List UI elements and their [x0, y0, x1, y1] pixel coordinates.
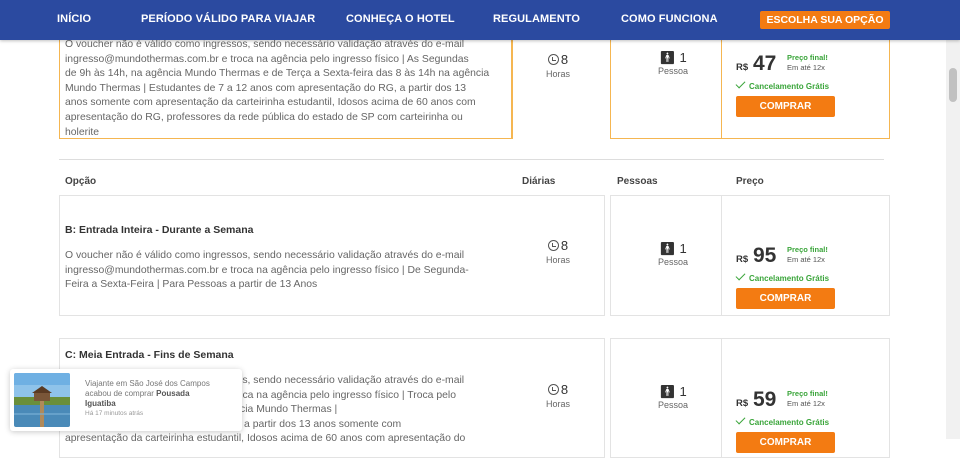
nav-como-funciona[interactable]: COMO FUNCIONA — [621, 13, 718, 25]
clock-icon — [547, 54, 559, 65]
person-icon: 🚹︎ — [659, 50, 676, 65]
buy-button[interactable]: COMPRAR — [736, 288, 835, 309]
header-price: Preço — [736, 176, 764, 187]
people-count: 🚹︎ 1 Pessoa — [657, 384, 689, 410]
clock-icon — [547, 240, 559, 251]
notification-action: acabou de comprar Pousada — [85, 389, 190, 398]
person-icon: 🚹︎ — [659, 241, 676, 256]
scrollbar-thumb[interactable] — [949, 68, 957, 102]
notification-location: Viajante em São José dos Campos — [85, 379, 210, 388]
option-title: C: Meia Entrada - Fins de Semana — [65, 349, 234, 361]
nav-conheca-hotel[interactable]: CONHEÇA O HOTEL — [346, 13, 455, 25]
clock-icon — [547, 384, 559, 395]
choose-option-button[interactable]: ESCOLHA SUA OPÇÃO — [760, 11, 890, 29]
option-description: O voucher não é válido como ingressos, s… — [65, 250, 469, 291]
buy-button[interactable]: COMPRAR — [736, 96, 835, 117]
nav-regulamento[interactable]: REGULAMENTO — [493, 13, 580, 25]
people-count: 🚹︎ 1 Pessoa — [657, 241, 689, 267]
hotel-thumbnail — [14, 373, 70, 427]
nav-inicio[interactable]: INÍCIO — [57, 13, 91, 25]
person-icon: 🚹︎ — [659, 384, 676, 399]
option-description: O voucher não é válido como ingressos, s… — [65, 39, 490, 138]
check-icon — [735, 414, 746, 425]
header-people: Pessoas — [617, 176, 658, 187]
notification-hotel: Iguatiba — [85, 399, 116, 408]
option-description-card: B: Entrada Inteira - Durante a Semana O … — [59, 195, 512, 316]
header-option: Opção — [65, 176, 97, 187]
free-cancellation: Cancelamento Grátis — [735, 270, 829, 283]
buy-button[interactable]: COMPRAR — [736, 432, 835, 453]
duration: 8 Horas — [545, 238, 570, 265]
scrollbar[interactable] — [946, 0, 960, 439]
notification-time: Há 17 minutos atrás — [85, 410, 144, 417]
free-cancellation: Cancelamento Grátis — [735, 78, 829, 91]
option-title: B: Entrada Inteira - Durante a Semana — [65, 224, 254, 236]
top-navigation: INÍCIO PERÍODO VÁLIDO PARA VIAJAR CONHEÇ… — [0, 0, 960, 40]
section-divider — [59, 159, 884, 160]
duration: 8 Horas — [545, 382, 570, 409]
check-icon — [735, 78, 746, 89]
price-value: 59 — [753, 388, 777, 411]
duration: 8 Horas — [545, 52, 570, 79]
purchase-notification[interactable]: Viajante em São José dos Campos acabou d… — [10, 369, 242, 431]
check-icon — [735, 270, 746, 281]
people-count: 🚹︎ 1 Pessoa — [657, 50, 689, 76]
header-nights: Diárias — [522, 176, 556, 187]
free-cancellation: Cancelamento Grátis — [735, 414, 829, 427]
nav-periodo-valido[interactable]: PERÍODO VÁLIDO PARA VIAJAR — [141, 13, 315, 25]
price-value: 47 — [753, 52, 777, 75]
price-value: 95 — [753, 244, 777, 267]
